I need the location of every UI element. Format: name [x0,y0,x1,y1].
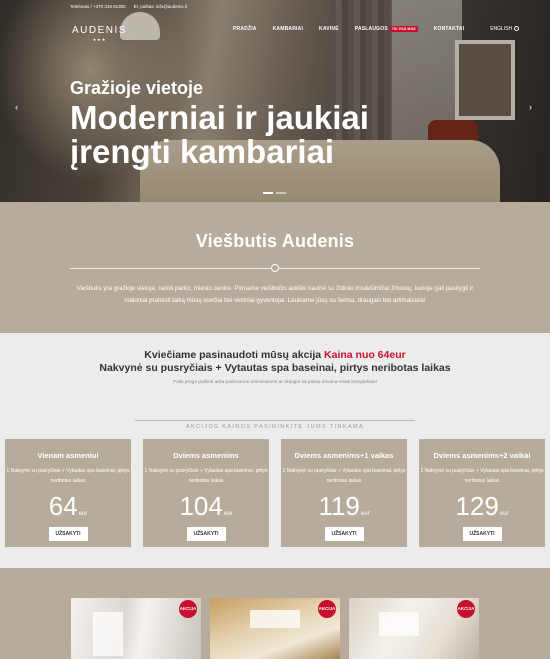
price-card-desc: 1 Nakvynė su pusryčiais + Vytautas spa b… [144,468,268,484]
language-label: ENGLISH [490,26,513,32]
hero-slider: Telefonas / +370 319 61300 El. paštas: i… [0,0,550,202]
price-unit: eur [78,511,88,517]
offer-section-title-text: AKCIJOS KAINOS PASIRINKITE JUMS TINKAMĄ [179,424,371,430]
circle-ornament-icon [271,264,279,272]
price-card-price: 119eur [281,491,407,522]
room-photo[interactable]: AKCIJA [349,598,479,659]
room-window [93,612,123,656]
order-button[interactable]: UŽSAKYTI [48,527,88,541]
nav-badge-only-here: TIK PAS MUS [389,26,418,32]
price-card-title: Dviems asmenims+1 vaikas [294,451,394,460]
offer-section: Kviečiame pasinaudoti mūsų akcija Kaina … [0,333,550,568]
room-photo[interactable]: AKCIJA [71,598,201,659]
price-value: 104 [179,491,223,521]
offer-headline-prefix: Kviečiame pasinaudoti mūsų akcija [144,349,322,361]
price-card-price: 129eur [419,491,545,522]
order-button[interactable]: UŽSAKYTI [324,527,364,541]
about-title: Viešbutis Audenis [195,231,355,251]
price-value: 119 [318,491,360,521]
rooms-section: AKCIJA AKCIJA AKCIJA [0,568,550,659]
order-button[interactable]: UŽSAKYTI [462,527,502,541]
slider-dot[interactable] [276,192,286,194]
room-window [379,612,419,636]
slider-dots [263,192,286,194]
nav-item-home[interactable]: PRADŽIA [233,26,257,32]
price-cards: Vienam asmeniui 1 Nakvynė su pusryčiais … [5,439,545,547]
about-section: Viešbutis Audenis Viešbutis yra gražioje… [0,202,550,333]
order-button[interactable]: UŽSAKYTI [186,527,226,541]
nav-item-rooms[interactable]: KAMBARIAI [273,26,303,32]
price-unit: eur [223,511,233,517]
offer-note: Puiki proga palšinti arba padovanoti art… [173,380,377,385]
nav-item-contacts[interactable]: KONTAKTAI [434,26,465,32]
about-text: Viešbutis yra gražioje vietoje, netoli p… [76,285,474,304]
promo-badge: AKCIJA [318,600,336,618]
site-logo[interactable]: AUDENIS ★★★ [72,25,127,42]
price-card-price: 104eur [143,491,269,522]
email-text[interactable]: El. paštas: info@audenis.lt [134,4,187,9]
nav-item-services-label: PASLAUGOS [354,26,388,32]
price-card: Vienam asmeniui 1 Nakvynė su pusryčiais … [5,439,131,547]
logo-stars: ★★★ [92,37,107,42]
room-window [250,610,300,628]
about-divider [70,264,480,272]
offer-section-title: AKCIJOS KAINOS PASIRINKITE JUMS TINKAMĄ [135,415,415,430]
nav-item-cafe[interactable]: KAVINĖ [319,26,339,32]
nav-item-services[interactable]: PASLAUGOS TIK PAS MUS [355,26,418,32]
slider-dot-active[interactable] [263,192,273,194]
price-card-price: 64eur [5,491,131,522]
hero-subtitle: Gražioje vietoje [70,78,204,98]
price-card-title: Vienam asmeniui [37,451,99,460]
room-photo[interactable]: AKCIJA [210,598,340,659]
price-card-desc: 1 Nakvynė su pusryčiais + Vytautas spa b… [6,468,130,484]
offer-subheadline: Nakvynė su pusryčiais + Vytautas spa bas… [99,362,451,374]
hero-title: Moderniai ir jaukiai įrengti kambariai [70,99,369,170]
language-switch[interactable]: ENGLISH [490,26,520,32]
price-card: Dviems asmenims 1 Nakvynė su pusryčiais … [143,439,269,547]
price-card-desc: 1 Nakvynė su pusryčiais + Vytautas spa b… [282,468,406,484]
promo-badge: AKCIJA [457,600,475,618]
price-card-desc: 1 Nakvynė su pusryčiais + Vytautas spa b… [420,468,544,484]
price-card-title: Dviems asmenims [173,451,239,460]
slider-prev-icon[interactable]: ‹ [15,102,18,112]
price-value: 64 [48,491,78,521]
logo-wordmark: AUDENIS [72,25,127,36]
slider-next-icon[interactable]: › [529,102,532,112]
price-card: Dviems asmenims+1 vaikas 1 Nakvynė su pu… [281,439,407,547]
price-unit: eur [360,511,370,517]
top-contact-bar: Telefonas / +370 319 61300 El. paštas: i… [70,4,187,9]
price-card-title: Dviems asmenims+2 vaikai [433,451,531,460]
offer-headline: Kviečiame pasinaudoti mūsų akcija Kaina … [0,349,550,361]
globe-icon [514,26,520,32]
phone-text[interactable]: Telefonas / +370 319 61300 [70,4,126,9]
price-card: Dviems asmenims+2 vaikai 1 Nakvynė su pu… [419,439,545,547]
main-nav: PRADŽIA KAMBARIAI KAVINĖ PASLAUGOS TIK PA… [233,26,520,32]
offer-price-highlight: Kaina nuo 64eur [324,349,406,361]
promo-badge: AKCIJA [179,600,197,618]
price-value: 129 [455,491,499,521]
price-unit: eur [499,511,509,517]
